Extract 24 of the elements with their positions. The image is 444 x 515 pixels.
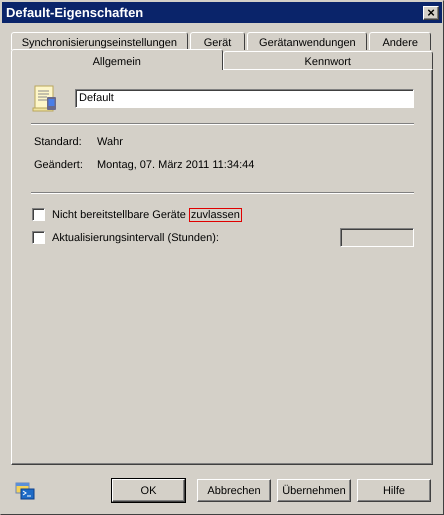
- dialog-button[interactable]: Übernehmen: [277, 479, 351, 502]
- console-icon[interactable]: [15, 482, 35, 500]
- tab[interactable]: Synchronisierungseinstellungen: [11, 32, 188, 50]
- tab[interactable]: Allgemein: [11, 49, 222, 70]
- dialog-button[interactable]: OK: [112, 479, 185, 502]
- dialog-button[interactable]: Hilfe: [357, 479, 431, 502]
- tab[interactable]: Gerät: [190, 32, 246, 50]
- property-value: Wahr: [97, 136, 124, 148]
- option-label: Nicht bereitstellbare Geräte: [52, 208, 186, 220]
- scroll-device-icon: [31, 83, 59, 113]
- checkbox[interactable]: [32, 208, 45, 221]
- tab[interactable]: Kennwort: [222, 51, 433, 69]
- tab[interactable]: Gerätanwendungen: [247, 32, 368, 50]
- property-label: Geändert:: [34, 159, 84, 171]
- tab[interactable]: Andere: [369, 32, 431, 50]
- window-title: Default-Eigenschaften: [6, 5, 144, 20]
- property-value: Montag, 07. März 2011 11:34:44: [97, 159, 256, 171]
- name-field[interactable]: Default: [75, 88, 414, 108]
- dialog-button[interactable]: Abbrechen: [197, 479, 271, 502]
- close-button[interactable]: ×: [423, 6, 439, 20]
- checkbox[interactable]: [32, 231, 45, 244]
- property-label: Standard:: [34, 136, 83, 148]
- marked-word: zuvlassen: [190, 208, 241, 220]
- option-label: Aktualisierungsintervall (Stunden):: [52, 232, 219, 244]
